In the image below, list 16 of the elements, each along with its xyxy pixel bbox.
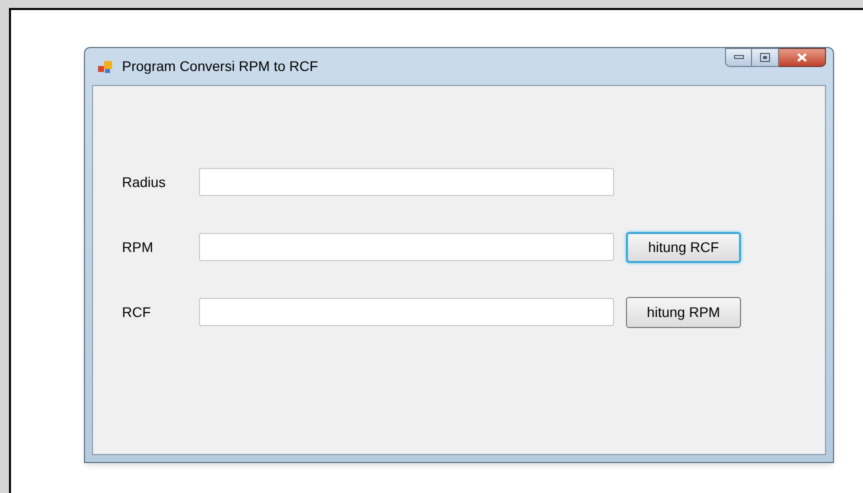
input-field[interactable] — [199, 168, 614, 196]
input-field[interactable] — [199, 233, 614, 261]
maximize-button[interactable] — [752, 48, 779, 67]
calculate-button[interactable]: hitung RPM — [626, 296, 741, 328]
minimize-button[interactable] — [725, 48, 752, 67]
field-label: RPM — [122, 238, 154, 256]
calculate-button[interactable]: hitung RCF — [626, 232, 741, 262]
minimize-icon — [734, 55, 744, 60]
close-button[interactable] — [779, 48, 826, 67]
close-icon — [797, 53, 807, 62]
input-field[interactable] — [199, 298, 614, 326]
window-title: Program Conversi RPM to RCF — [122, 57, 318, 76]
app-icon — [97, 58, 113, 74]
field-label: Radius — [122, 172, 167, 192]
field-label: RCF — [122, 302, 152, 322]
maximize-icon — [760, 53, 770, 62]
